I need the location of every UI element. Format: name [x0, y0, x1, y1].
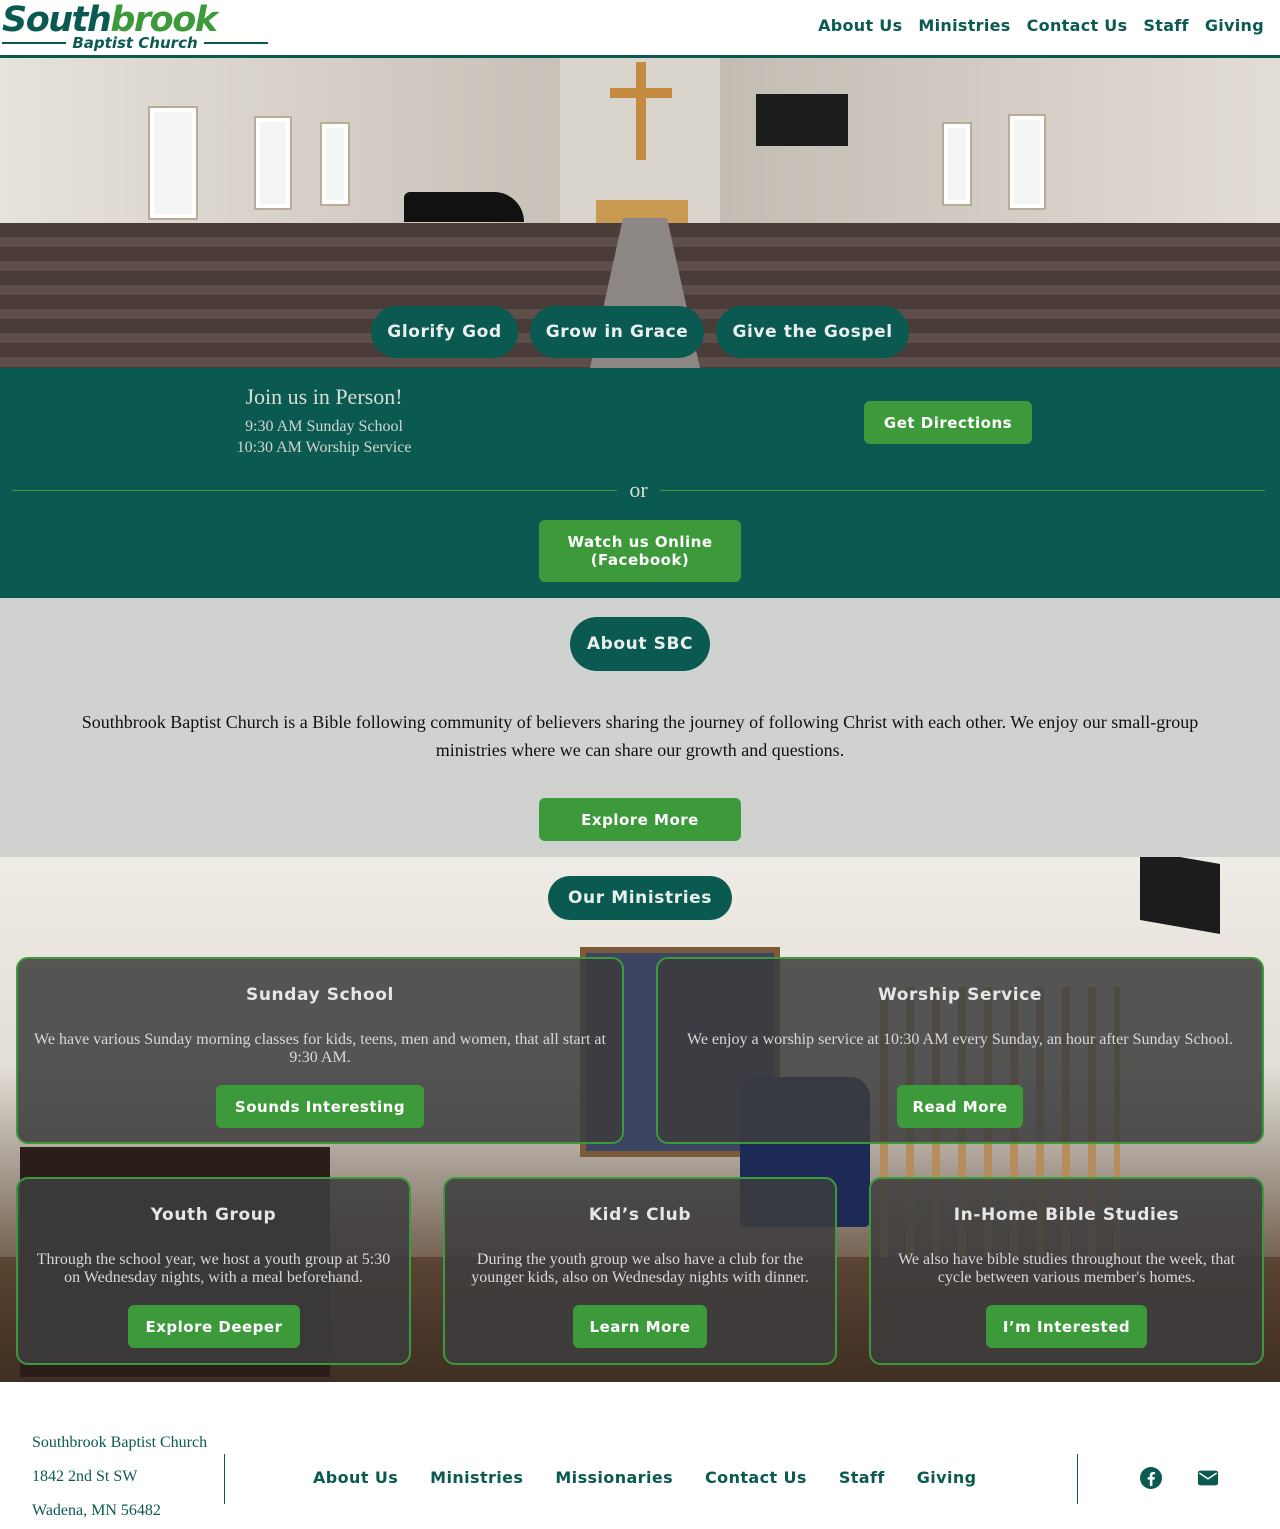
or-divider: or: [12, 477, 1266, 502]
about-heading: About SBC: [570, 617, 710, 671]
sounds-interesting-button[interactable]: Sounds Interesting: [216, 1085, 424, 1128]
card-title: Youth Group: [150, 1205, 277, 1225]
card-text: During the youth group we also have a cl…: [471, 1251, 809, 1286]
footer-street: 1842 2nd St SW: [32, 1468, 138, 1485]
footer-nav-staff[interactable]: Staff: [839, 1468, 885, 1487]
im-interested-button[interactable]: I’m Interested: [986, 1305, 1147, 1348]
ministry-card-worship-service: Worship Service We enjoy a worship servi…: [656, 957, 1264, 1144]
get-directions-button[interactable]: Get Directions: [864, 401, 1032, 444]
card-text: We have various Sunday morning classes f…: [34, 1031, 606, 1066]
footer-nav: About Us Ministries Missionaries Contact…: [313, 1468, 977, 1487]
nav-ministries[interactable]: Ministries: [918, 16, 1010, 35]
main-nav: About Us Ministries Contact Us Staff Giv…: [818, 16, 1264, 35]
facebook-icon[interactable]: [1139, 1466, 1163, 1490]
card-title: Kid’s Club: [588, 1205, 692, 1225]
footer-divider-right: [1077, 1454, 1078, 1504]
nav-giving[interactable]: Giving: [1205, 16, 1264, 35]
email-icon[interactable]: [1197, 1466, 1219, 1490]
about-text: Southbrook Baptist Church is a Bible fol…: [81, 712, 1199, 760]
footer-nav-ministries[interactable]: Ministries: [430, 1468, 523, 1487]
service-times-section: Join us in Person! 9:30 AM Sunday School…: [0, 368, 1280, 598]
footer-divider-left: [224, 1454, 225, 1504]
church-logo[interactable]: Southbrook Baptist Church: [2, 0, 269, 54]
ministries-section: Our Ministries Sunday School We have var…: [0, 857, 1280, 1382]
nav-contact-us[interactable]: Contact Us: [1027, 16, 1128, 35]
footer-church-name: Southbrook Baptist Church: [32, 1434, 208, 1451]
nav-staff[interactable]: Staff: [1143, 16, 1188, 35]
worship-service-time: 10:30 AM Worship Service: [236, 439, 412, 456]
card-text: We also have bible studies throughout th…: [898, 1251, 1235, 1286]
join-heading: Join us in Person!: [245, 384, 403, 409]
footer-nav-giving[interactable]: Giving: [917, 1468, 977, 1487]
ministry-card-bible-studies: In-Home Bible Studies We also have bible…: [869, 1177, 1264, 1365]
learn-more-button[interactable]: Learn More: [573, 1305, 707, 1348]
watch-online-button[interactable]: Watch us Online (Facebook): [539, 520, 741, 582]
ministry-card-youth-group: Youth Group Through the school year, we …: [16, 1177, 411, 1365]
site-footer: Southbrook Baptist Church 1842 2nd St SW…: [0, 1382, 1280, 1529]
ministry-card-sunday-school: Sunday School We have various Sunday mor…: [16, 957, 624, 1144]
sunday-school-time: 9:30 AM Sunday School: [245, 418, 403, 435]
ministries-heading: Our Ministries: [548, 876, 732, 920]
explore-more-button[interactable]: Explore More: [539, 798, 741, 841]
pill-glorify-god: Glorify God: [371, 306, 518, 358]
footer-nav-missionaries[interactable]: Missionaries: [555, 1468, 673, 1487]
card-title: Sunday School: [246, 985, 394, 1005]
pill-grow-in-grace: Grow in Grace: [529, 306, 705, 358]
footer-nav-about-us[interactable]: About Us: [313, 1468, 398, 1487]
card-text: We enjoy a worship service at 10:30 AM e…: [687, 1031, 1233, 1048]
cross-icon: [636, 62, 646, 160]
card-title: Worship Service: [877, 985, 1043, 1005]
card-title: In-Home Bible Studies: [953, 1205, 1180, 1225]
pill-give-the-gospel: Give the Gospel: [716, 306, 909, 358]
read-more-button[interactable]: Read More: [897, 1085, 1023, 1128]
site-header: Southbrook Baptist Church About Us Minis…: [0, 0, 1280, 58]
footer-nav-contact-us[interactable]: Contact Us: [705, 1468, 807, 1487]
ministry-card-kids-club: Kid’s Club During the youth group we als…: [443, 1177, 837, 1365]
footer-city: Wadena, MN 56482: [32, 1502, 161, 1519]
explore-deeper-button[interactable]: Explore Deeper: [128, 1305, 300, 1348]
logo-subtitle: Baptist Church: [2, 34, 269, 52]
nav-about-us[interactable]: About Us: [818, 16, 902, 35]
about-section: About SBC Southbrook Baptist Church is a…: [0, 598, 1280, 857]
motto-pills: Glorify God Grow in Grace Give the Gospe…: [0, 306, 1280, 358]
card-text: Through the school year, we host a youth…: [36, 1251, 391, 1286]
